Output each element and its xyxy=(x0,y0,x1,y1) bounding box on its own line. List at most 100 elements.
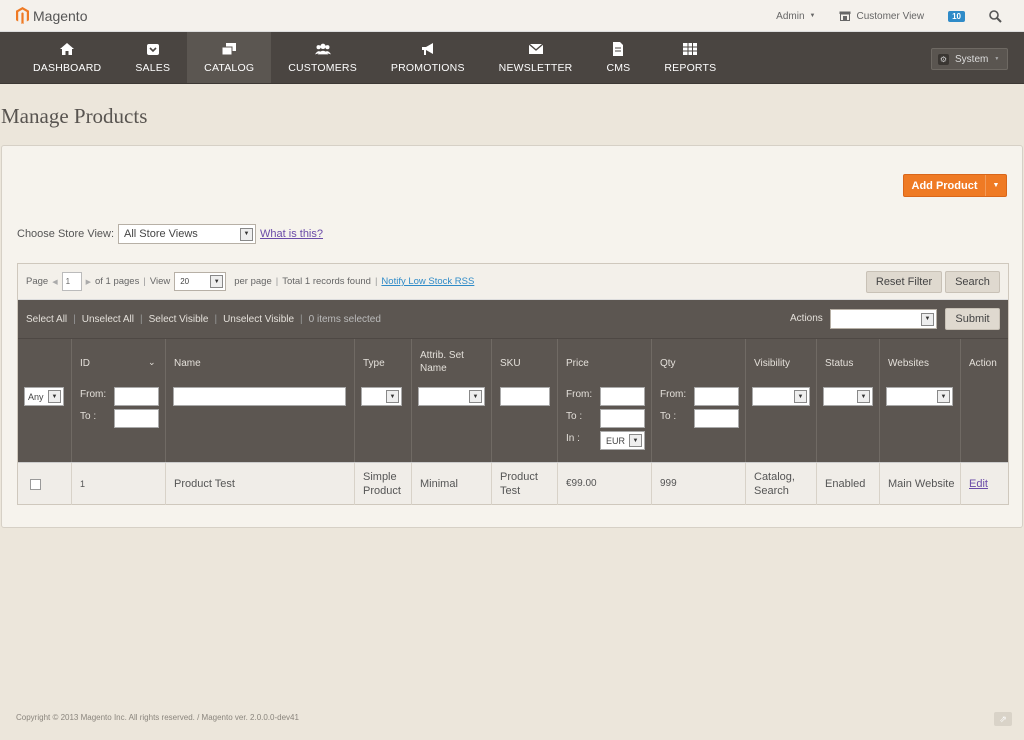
currency-select[interactable]: EUR ▼ xyxy=(600,431,645,450)
chevron-down-icon: ▼ xyxy=(629,434,642,447)
actions-select[interactable]: ▼ xyxy=(830,309,937,329)
nav-promotions[interactable]: PROMOTIONS xyxy=(374,32,482,83)
nav-cms[interactable]: CMS xyxy=(589,32,647,83)
submit-button[interactable]: Submit xyxy=(945,308,1000,330)
store-view-select[interactable]: All Store Views ▼ xyxy=(118,224,257,244)
col-id[interactable]: ID ⌄ From: To : xyxy=(71,339,165,463)
select-visible-link[interactable]: Select Visible xyxy=(149,314,209,325)
chevron-down-icon: ▼ xyxy=(210,275,224,288)
nav-cms-label: CMS xyxy=(606,61,631,74)
type-filter-select[interactable]: ▼ xyxy=(361,387,402,406)
col-qty[interactable]: Qty From: To : xyxy=(651,339,745,463)
external-link-icon[interactable]: ⇗ xyxy=(994,712,1012,726)
chevron-down-icon: ▼ xyxy=(48,390,61,403)
nav-reports[interactable]: REPORTS xyxy=(647,32,733,83)
col-id-header: ID xyxy=(80,358,90,369)
price-from-input[interactable] xyxy=(600,387,645,406)
logo[interactable]: Magento xyxy=(16,7,87,24)
notifications[interactable]: 10 xyxy=(948,10,965,22)
chevron-down-icon: ▼ xyxy=(937,390,950,403)
reset-filter-button[interactable]: Reset Filter xyxy=(866,271,942,293)
notify-low-stock-rss-link[interactable]: Notify Low Stock RSS xyxy=(381,276,474,287)
separator: | xyxy=(73,313,76,325)
col-attrib-set[interactable]: Attrib. Set Name ▼ xyxy=(411,339,491,463)
chevron-down-icon: ▼ xyxy=(794,390,807,403)
id-from-input[interactable] xyxy=(114,387,159,406)
main-nav: DASHBOARD SALES CATALOG CUSTOMERS PROMOT… xyxy=(0,32,1024,84)
gear-icon: ⚙ xyxy=(938,53,949,65)
per-page-select[interactable]: 20 ▼ xyxy=(174,272,227,291)
massaction-filter-select[interactable]: Any ▼ xyxy=(24,387,64,406)
add-product-button[interactable]: Add Product ▼ xyxy=(903,174,1007,197)
unselect-visible-link[interactable]: Unselect Visible xyxy=(223,314,294,325)
nav-sales[interactable]: SALES xyxy=(118,32,187,83)
sku-filter-input[interactable] xyxy=(500,387,550,406)
prev-page-icon[interactable]: ◀ xyxy=(52,278,57,286)
col-visibility-header: Visibility xyxy=(754,358,790,369)
add-product-split-caret-icon[interactable]: ▼ xyxy=(986,175,1006,196)
col-visibility[interactable]: Visibility ▼ xyxy=(745,339,816,463)
separator: | xyxy=(214,313,218,325)
attrib-set-filter-select[interactable]: ▼ xyxy=(418,387,485,406)
col-status[interactable]: Status ▼ xyxy=(816,339,879,463)
nav-newsletter[interactable]: NEWSLETTER xyxy=(482,32,590,83)
home-icon xyxy=(60,42,75,55)
sort-desc-icon[interactable]: ⌄ xyxy=(148,357,156,368)
nav-customers[interactable]: CUSTOMERS xyxy=(271,32,374,83)
col-name[interactable]: Name xyxy=(165,339,354,463)
nav-customers-label: CUSTOMERS xyxy=(288,61,357,74)
col-massaction: Any ▼ xyxy=(18,339,71,463)
col-attrib-set-header: Attrib. Set Name xyxy=(420,350,464,374)
reports-icon xyxy=(683,42,698,55)
chevron-down-icon: ▼ xyxy=(857,390,870,403)
qty-to-label: To : xyxy=(660,411,677,422)
page-title: Manage Products xyxy=(1,104,148,128)
notifications-badge: 10 xyxy=(948,10,965,22)
search-button[interactable]: Search xyxy=(945,271,1000,293)
col-action-header: Action xyxy=(969,358,997,369)
col-websites[interactable]: Websites ▼ xyxy=(879,339,960,463)
id-to-input[interactable] xyxy=(114,409,159,428)
nav-catalog[interactable]: CATALOG xyxy=(187,32,272,83)
next-page-icon[interactable]: ▶ xyxy=(86,278,91,286)
what-is-this-link[interactable]: What is this? xyxy=(260,228,323,240)
separator: | xyxy=(143,276,146,287)
col-status-header: Status xyxy=(825,358,854,369)
separator: | xyxy=(300,313,303,325)
separator: | xyxy=(374,276,378,287)
nav-reports-label: REPORTS xyxy=(664,61,717,74)
add-product-label[interactable]: Add Product xyxy=(904,175,986,196)
edit-link[interactable]: Edit xyxy=(969,477,988,491)
caret-down-icon: ▼ xyxy=(994,56,1000,62)
nav-dashboard[interactable]: DASHBOARD xyxy=(16,32,118,83)
visibility-filter-select[interactable]: ▼ xyxy=(752,387,810,406)
websites-filter-select[interactable]: ▼ xyxy=(886,387,953,406)
name-filter-input[interactable] xyxy=(173,387,346,406)
admin-label: Admin xyxy=(776,10,805,22)
catalog-icon xyxy=(221,42,237,55)
price-to-input[interactable] xyxy=(600,409,645,428)
qty-from-input[interactable] xyxy=(694,387,739,406)
row-checkbox[interactable] xyxy=(30,478,41,490)
of-pages-text: of 1 pages xyxy=(94,276,140,287)
unselect-all-link[interactable]: Unselect All xyxy=(82,314,134,325)
status-filter-select[interactable]: ▼ xyxy=(823,387,873,406)
qty-to-input[interactable] xyxy=(694,409,739,428)
col-sku-header: SKU xyxy=(500,358,521,369)
select-all-link[interactable]: Select All xyxy=(26,314,67,325)
col-sku[interactable]: SKU xyxy=(491,339,557,463)
caret-down-icon: ▼ xyxy=(809,13,816,19)
price-in-label: In : xyxy=(566,433,580,444)
any-option: Any xyxy=(28,391,44,402)
cell-status: Enabled xyxy=(816,463,879,505)
admin-menu[interactable]: Admin ▼ xyxy=(776,11,815,22)
items-selected-count: 0 items selected xyxy=(308,313,381,325)
store-view-switcher: Choose Store View: All Store Views ▼ Wha… xyxy=(17,224,323,244)
page-input[interactable]: 1 xyxy=(61,272,82,291)
customer-view-link[interactable]: Customer View xyxy=(839,11,924,22)
col-price[interactable]: Price From: To : In : EUR ▼ xyxy=(557,339,651,463)
global-search[interactable] xyxy=(989,9,1002,23)
col-type[interactable]: Type ▼ xyxy=(354,339,411,463)
promotions-icon xyxy=(421,42,433,55)
system-button[interactable]: ⚙ System ▼ xyxy=(931,48,1008,70)
